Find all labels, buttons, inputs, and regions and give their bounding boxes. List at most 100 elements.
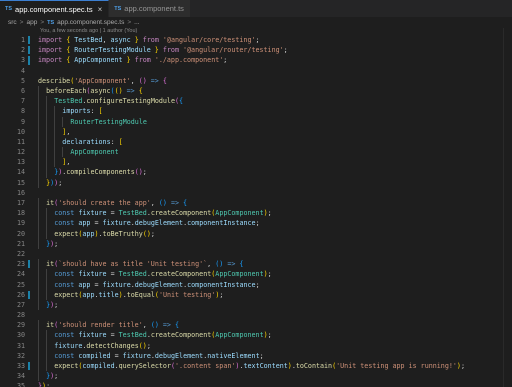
- line-number: 29: [16, 321, 25, 330]
- modified-line-marker[interactable]: [28, 362, 30, 371]
- indent-guide: [54, 157, 56, 168]
- tab-app-component-spec[interactable]: TS app.component.spec.ts ×: [0, 0, 110, 17]
- code-token: from: [134, 56, 151, 65]
- code-token: ;: [267, 331, 272, 340]
- code-token: AppComponent: [215, 209, 264, 218]
- code-text: it(`should have as title 'Unit testing'`…: [46, 259, 243, 269]
- code-token: './app.component': [154, 56, 224, 65]
- code-token: app: [78, 280, 91, 289]
- breadcrumb-symbols[interactable]: ...: [134, 19, 139, 26]
- code-token: expect: [54, 290, 79, 299]
- line-number: 6: [20, 86, 25, 95]
- code-token: debugElement: [134, 219, 184, 228]
- code-text: TestBed.configureTestingModule({: [54, 96, 183, 106]
- code-token: '@angular/router/testing': [183, 46, 284, 55]
- code-token: compileComponents: [66, 168, 135, 177]
- code-token: AppComponent: [70, 148, 119, 157]
- code-text: import { TestBed, async } from '@angular…: [38, 35, 260, 45]
- line-number: 7: [20, 97, 25, 106]
- code-token: compiled: [82, 362, 115, 370]
- indent-guide: [46, 218, 48, 229]
- indent-guide: [62, 147, 64, 158]
- code-token: ;: [58, 178, 63, 187]
- code-token: createComponent: [150, 270, 212, 279]
- indent-guide: [38, 177, 39, 188]
- code-text: }));: [46, 178, 62, 188]
- vertical-scrollbar[interactable]: [503, 28, 512, 387]
- code-token: [: [98, 107, 103, 116]
- indent-guide: [38, 238, 39, 249]
- modified-line-marker[interactable]: [28, 260, 30, 269]
- code-token: `should have as title 'Unit testing'`: [58, 260, 208, 269]
- code-text: const app = fixture.debugElement.compone…: [54, 218, 259, 228]
- code-token: AppComponent: [215, 270, 264, 279]
- modified-line-marker[interactable]: [28, 46, 30, 55]
- code-text: RouterTestingModule: [70, 117, 147, 127]
- modified-line-marker[interactable]: [28, 56, 30, 65]
- code-token: ;: [146, 341, 151, 350]
- code-text: it('should render title', () => {: [46, 320, 179, 330]
- code-text: ],: [62, 157, 70, 167]
- close-icon[interactable]: ×: [98, 5, 103, 14]
- line-number: 33: [16, 362, 25, 370]
- code-token: 'Unit testing app is running!': [336, 362, 457, 370]
- tab-app-component[interactable]: TS app.component.ts: [109, 0, 191, 17]
- code-text: import { RouterTestingModule } from '@an…: [38, 45, 288, 55]
- line-number: 15: [16, 178, 25, 187]
- code-token: TestBed: [74, 36, 103, 44]
- modified-line-marker[interactable]: [28, 36, 30, 45]
- indent-guide: [38, 279, 39, 290]
- tab-bar: TS app.component.spec.ts × TS app.compon…: [0, 0, 512, 17]
- code-token: =: [110, 351, 123, 360]
- typescript-file-icon: TS: [114, 5, 122, 12]
- indent-guide: [46, 126, 48, 137]
- line-number: 1: [20, 36, 25, 44]
- code-token: RouterTestingModule: [74, 46, 151, 55]
- code-token: ;: [267, 209, 272, 218]
- code-token: expect: [54, 229, 79, 238]
- code-token: ;: [223, 56, 228, 65]
- indent-guide: [46, 116, 48, 127]
- indent-guide: [38, 106, 39, 117]
- indent-guide: [38, 320, 39, 331]
- breadcrumb-src[interactable]: src: [8, 19, 17, 26]
- line-number: 21: [16, 239, 25, 248]
- tab-label: app.component.ts: [124, 4, 184, 13]
- code-text: describe('AppComponent', () => {: [38, 76, 167, 86]
- code-token: {: [175, 321, 180, 330]
- code-token: AppComponent: [74, 56, 123, 65]
- line-number: 28: [16, 311, 25, 320]
- code-editor-window: TS app.component.spec.ts × TS app.compon…: [0, 0, 512, 387]
- typescript-file-icon: TS: [47, 19, 55, 26]
- indent-guide: [54, 147, 56, 158]
- indent-guide: [38, 228, 39, 239]
- code-token: ;: [54, 372, 59, 381]
- indent-guide: [38, 167, 39, 178]
- modified-line-marker[interactable]: [28, 290, 30, 299]
- code-token: fixture: [54, 341, 83, 350]
- git-blame-annotation: You, a few seconds ago | 1 author (You): [40, 28, 138, 34]
- indent-guide: [54, 126, 56, 137]
- indent-guide: [38, 371, 39, 382]
- breadcrumb-file[interactable]: app.component.spec.ts: [57, 19, 124, 26]
- line-number: 35: [16, 382, 25, 387]
- code-token: ;: [283, 46, 288, 55]
- line-number: 30: [16, 331, 25, 340]
- code-token: it: [46, 199, 55, 207]
- code-token: ;: [142, 168, 147, 177]
- indent-guide: [38, 340, 39, 351]
- code-token: const: [54, 331, 75, 340]
- code-token: RouterTestingModule: [70, 117, 147, 126]
- code-token: fixture: [122, 351, 151, 360]
- code-token: TestBed: [118, 331, 147, 340]
- code-token: ,: [66, 158, 71, 167]
- code-token: fixture: [78, 209, 107, 218]
- code-token: ;: [255, 36, 260, 44]
- code-token: '.content span': [175, 362, 236, 370]
- indent-guide: [46, 96, 48, 107]
- indent-guide: [54, 106, 56, 117]
- code-token: =>: [150, 76, 159, 85]
- breadcrumb-app[interactable]: app: [26, 19, 37, 26]
- line-number: 27: [16, 300, 25, 309]
- code-token: 'should render title': [58, 321, 143, 330]
